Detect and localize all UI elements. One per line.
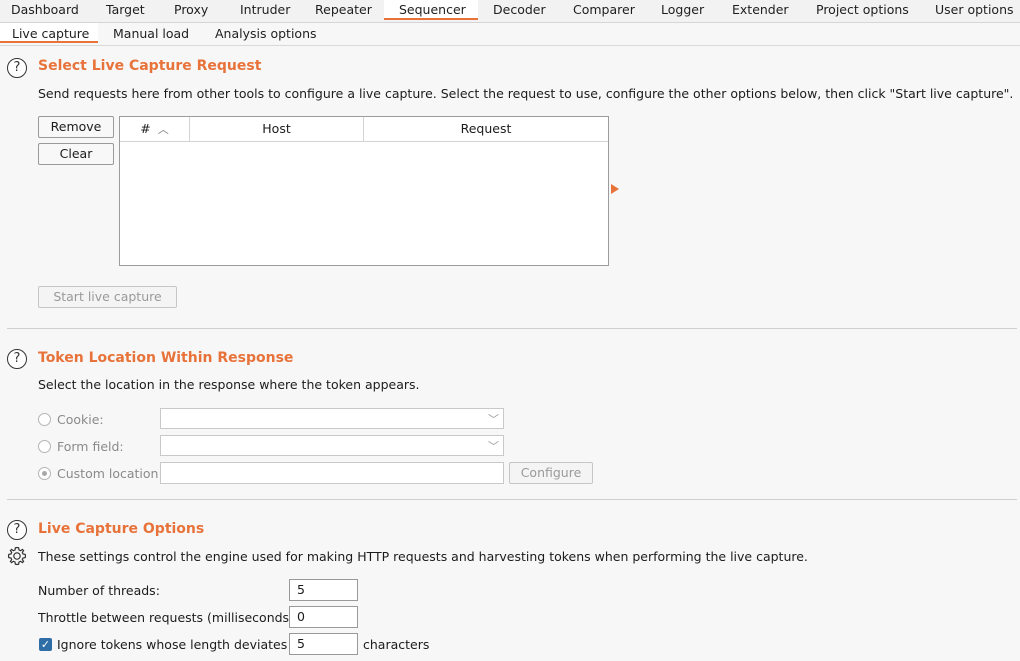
custom-location-label: Custom location: bbox=[57, 466, 163, 481]
form-field-label: Form field: bbox=[57, 439, 124, 454]
chevron-down-icon: ﹀ bbox=[488, 413, 499, 426]
clear-button[interactable]: Clear bbox=[38, 143, 114, 165]
tab-repeater[interactable]: Repeater bbox=[307, 0, 390, 21]
remove-button[interactable]: Remove bbox=[38, 116, 114, 138]
throttle-input[interactable]: 0 bbox=[289, 606, 358, 628]
deviation-input[interactable]: 5 bbox=[289, 633, 358, 655]
help-icon[interactable]: ? bbox=[7, 58, 27, 78]
section-title-live-capture-options: Live Capture Options bbox=[38, 521, 205, 537]
tab-decoder[interactable]: Decoder bbox=[484, 0, 561, 21]
section-title-token-location: Token Location Within Response bbox=[38, 350, 294, 366]
tab-dashboard[interactable]: Dashboard bbox=[0, 0, 98, 21]
configure-button[interactable]: Configure bbox=[509, 462, 593, 484]
tab-logger[interactable]: Logger bbox=[652, 0, 721, 21]
help-icon[interactable]: ? bbox=[7, 349, 27, 369]
help-icon[interactable]: ? bbox=[7, 520, 27, 540]
column-header-number[interactable]: # ︿ bbox=[120, 117, 190, 142]
chevron-down-icon: ﹀ bbox=[488, 440, 499, 453]
subtab-manual-load[interactable]: Manual load bbox=[104, 23, 203, 44]
custom-location-input[interactable] bbox=[160, 462, 504, 484]
subtab-analysis-options[interactable]: Analysis options bbox=[206, 23, 325, 44]
section-description: Select the location in the response wher… bbox=[38, 377, 420, 392]
main-tab-bar: Dashboard Target Proxy Intruder Repeater… bbox=[0, 0, 1020, 23]
throttle-label: Throttle between requests (milliseconds)… bbox=[38, 610, 299, 625]
form-field-radio[interactable] bbox=[38, 440, 51, 453]
sub-tab-bar: Live capture Manual load Analysis option… bbox=[0, 23, 1020, 46]
section-description: Send requests here from other tools to c… bbox=[38, 86, 1014, 101]
start-live-capture-button[interactable]: Start live capture bbox=[38, 286, 177, 308]
tab-intruder[interactable]: Intruder bbox=[231, 0, 307, 21]
sort-ascending-icon: ︿ bbox=[157, 123, 169, 136]
section-title-select-request: Select Live Capture Request bbox=[38, 58, 262, 74]
section-divider bbox=[7, 499, 1017, 500]
tab-extender[interactable]: Extender bbox=[723, 0, 807, 21]
ignore-tokens-checkbox[interactable]: ✓ bbox=[39, 638, 52, 651]
section-divider bbox=[7, 328, 1017, 329]
cookie-select[interactable]: ﹀ bbox=[160, 408, 504, 429]
column-header-request[interactable]: Request bbox=[364, 117, 608, 142]
column-header-host[interactable]: Host bbox=[190, 117, 364, 142]
form-field-select[interactable]: ﹀ bbox=[160, 435, 504, 456]
subtab-live-capture[interactable]: Live capture bbox=[0, 23, 98, 43]
expand-arrow-icon[interactable] bbox=[611, 184, 619, 194]
column-label: # bbox=[140, 121, 151, 136]
characters-label: characters bbox=[363, 637, 430, 652]
tab-project-options[interactable]: Project options bbox=[807, 0, 926, 21]
ignore-tokens-label: Ignore tokens whose length deviates by bbox=[57, 637, 307, 652]
tab-sequencer[interactable]: Sequencer bbox=[384, 0, 478, 20]
tab-user-options[interactable]: User options bbox=[926, 0, 1020, 21]
custom-location-radio[interactable] bbox=[38, 467, 51, 480]
requests-table[interactable]: # ︿ Host Request bbox=[119, 116, 609, 266]
threads-input[interactable]: 5 bbox=[289, 579, 358, 601]
threads-label: Number of threads: bbox=[38, 583, 160, 598]
gear-icon[interactable] bbox=[6, 545, 28, 567]
tab-target[interactable]: Target bbox=[98, 0, 166, 21]
cookie-label: Cookie: bbox=[57, 412, 104, 427]
tab-proxy[interactable]: Proxy bbox=[166, 0, 231, 21]
section-description: These settings control the engine used f… bbox=[38, 549, 808, 564]
tab-comparer[interactable]: Comparer bbox=[564, 0, 653, 21]
cookie-radio[interactable] bbox=[38, 413, 51, 426]
